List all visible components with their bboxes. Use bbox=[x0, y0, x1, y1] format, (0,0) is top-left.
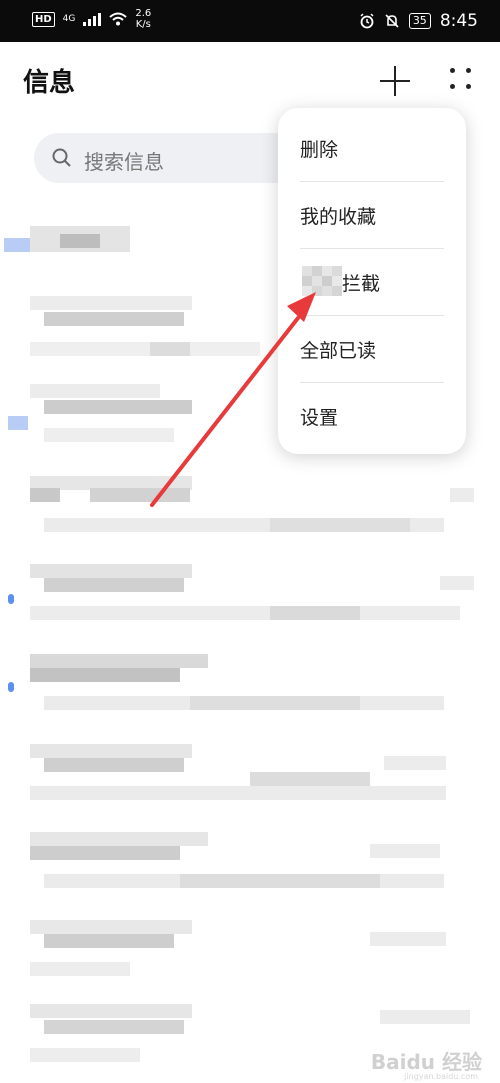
menu-item-mark-all-read[interactable]: 全部已读 bbox=[300, 316, 444, 383]
search-placeholder: 搜索信息 bbox=[84, 150, 164, 174]
battery-icon: 35 bbox=[408, 13, 431, 29]
obscured-text-mosaic bbox=[302, 266, 342, 296]
list-item[interactable] bbox=[0, 470, 500, 540]
list-item[interactable] bbox=[0, 740, 500, 810]
hd-badge: HD bbox=[32, 11, 55, 27]
status-right: 35 8:45 bbox=[359, 11, 478, 31]
clock: 8:45 bbox=[439, 11, 478, 31]
menu-item-favorites[interactable]: 我的收藏 bbox=[300, 182, 444, 249]
wifi-icon bbox=[109, 12, 128, 26]
list-item[interactable] bbox=[0, 916, 500, 986]
more-dots-icon[interactable] bbox=[450, 68, 472, 90]
net-speed-unit: K/s bbox=[135, 19, 151, 30]
list-item[interactable] bbox=[0, 828, 500, 898]
watermark-logo: Baidu 经验 bbox=[370, 1050, 482, 1074]
alarm-icon bbox=[360, 13, 374, 29]
watermark-url: jingyan.baidu.com bbox=[404, 1072, 478, 1081]
mute-bell-icon bbox=[385, 14, 399, 28]
network-type: 4G bbox=[62, 14, 76, 24]
list-item[interactable] bbox=[0, 560, 500, 630]
signal-icon bbox=[83, 12, 102, 26]
plus-icon[interactable] bbox=[380, 66, 410, 96]
status-left: HD 4G 2.6 K/s bbox=[32, 8, 151, 30]
search-icon bbox=[52, 148, 71, 167]
net-speed: 2.6 K/s bbox=[135, 8, 151, 30]
list-item[interactable] bbox=[0, 650, 500, 720]
net-speed-value: 2.6 bbox=[135, 8, 152, 19]
menu-item-delete[interactable]: 删除 bbox=[300, 115, 444, 182]
status-bar: HD 4G 2.6 K/s 35 8:45 bbox=[0, 0, 500, 42]
page-title: 信息 bbox=[23, 68, 76, 98]
menu-item-settings[interactable]: 设置 bbox=[300, 383, 444, 450]
